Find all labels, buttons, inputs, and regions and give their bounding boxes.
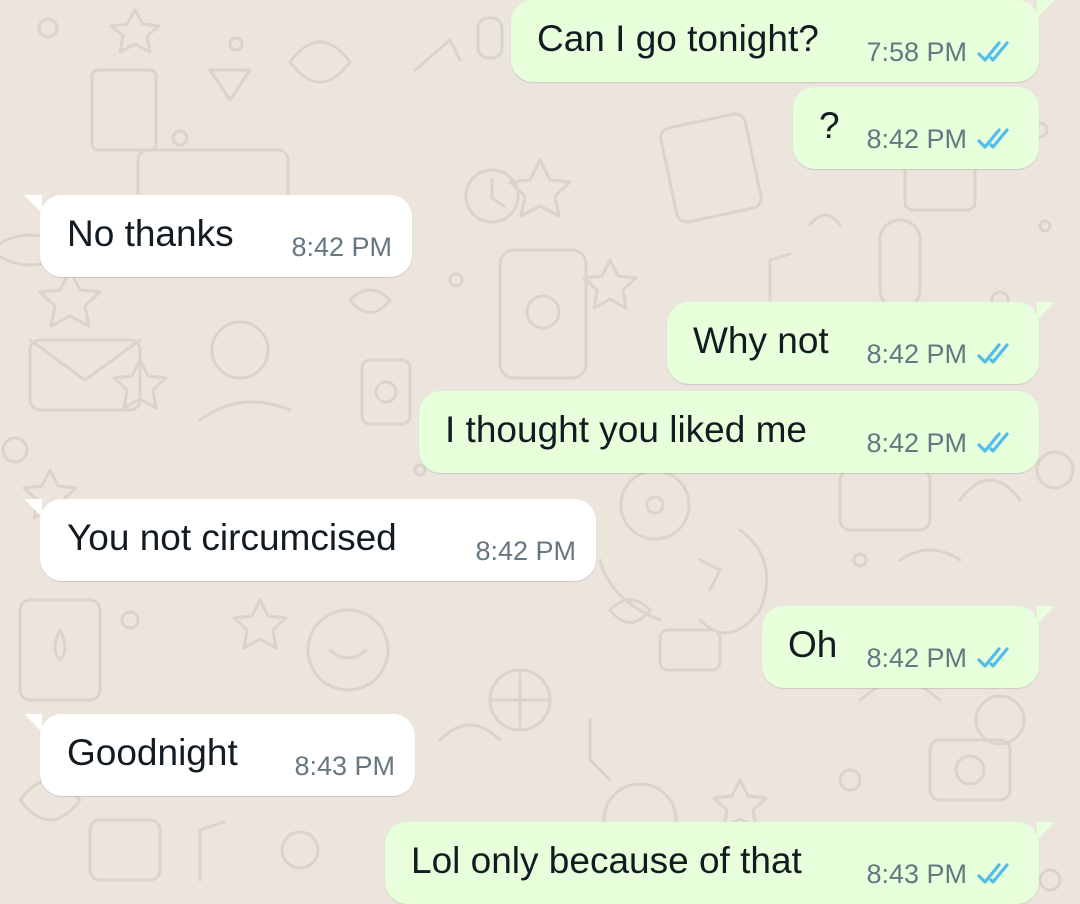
bubble-tail (24, 499, 42, 517)
outgoing-message[interactable]: I thought you liked me 8:42 PM (419, 391, 1039, 473)
bubble-tail (1037, 606, 1055, 624)
message-time: 8:42 PM (866, 643, 967, 673)
incoming-message[interactable]: No thanks 8:42 PM (24, 195, 412, 277)
outgoing-message[interactable]: Can I go tonight? 7:58 PM (511, 0, 1055, 82)
message-meta: 8:42 PM (866, 426, 1017, 460)
message-list[interactable]: Can I go tonight? 7:58 PM ? 8:42 PM No t… (0, 0, 1080, 904)
message-text: Oh (788, 624, 838, 665)
message-text: I thought you liked me (445, 409, 807, 450)
bubble-tail (24, 195, 42, 213)
message-meta: 8:42 PM (475, 534, 576, 568)
double-check-icon (977, 343, 1009, 364)
message-text: Can I go tonight? (537, 18, 819, 59)
double-check-icon (977, 41, 1009, 62)
incoming-message[interactable]: You not circumcised 8:42 PM (24, 499, 596, 581)
message-text: Goodnight (67, 732, 238, 773)
message-text: Lol only because of that (411, 840, 802, 881)
message-time: 8:42 PM (866, 339, 967, 369)
message-text: No thanks (67, 213, 234, 254)
message-meta: 8:43 PM (294, 749, 395, 783)
message-text: You not circumcised (67, 517, 397, 558)
message-time: 8:42 PM (866, 124, 967, 154)
outgoing-message[interactable]: Oh 8:42 PM (762, 606, 1055, 688)
message-meta: 8:42 PM (866, 641, 1017, 675)
double-check-icon (977, 647, 1009, 668)
message-time: 8:42 PM (866, 428, 967, 458)
message-meta: 8:43 PM (866, 857, 1017, 891)
outgoing-message[interactable]: ? 8:42 PM (793, 87, 1039, 169)
message-meta: 7:58 PM (866, 35, 1017, 69)
message-meta: 8:42 PM (866, 122, 1017, 156)
message-time: 8:42 PM (291, 232, 392, 262)
message-meta: 8:42 PM (291, 230, 392, 264)
message-time: 8:42 PM (475, 536, 576, 566)
double-check-icon (977, 863, 1009, 884)
double-check-icon (977, 432, 1009, 453)
double-check-icon (977, 128, 1009, 149)
message-meta: 8:42 PM (866, 337, 1017, 371)
bubble-tail (1037, 822, 1055, 840)
bubble-tail (1037, 302, 1055, 320)
message-time: 7:58 PM (866, 37, 967, 67)
bubble-tail (24, 714, 42, 732)
message-time: 8:43 PM (866, 859, 967, 889)
bubble-tail (1037, 0, 1055, 18)
message-text: ? (819, 105, 840, 146)
outgoing-message[interactable]: Why not 8:42 PM (667, 302, 1055, 384)
message-time: 8:43 PM (294, 751, 395, 781)
incoming-message[interactable]: Goodnight 8:43 PM (24, 714, 415, 796)
message-text: Why not (693, 320, 829, 361)
outgoing-message[interactable]: Lol only because of that 8:43 PM (385, 822, 1055, 904)
